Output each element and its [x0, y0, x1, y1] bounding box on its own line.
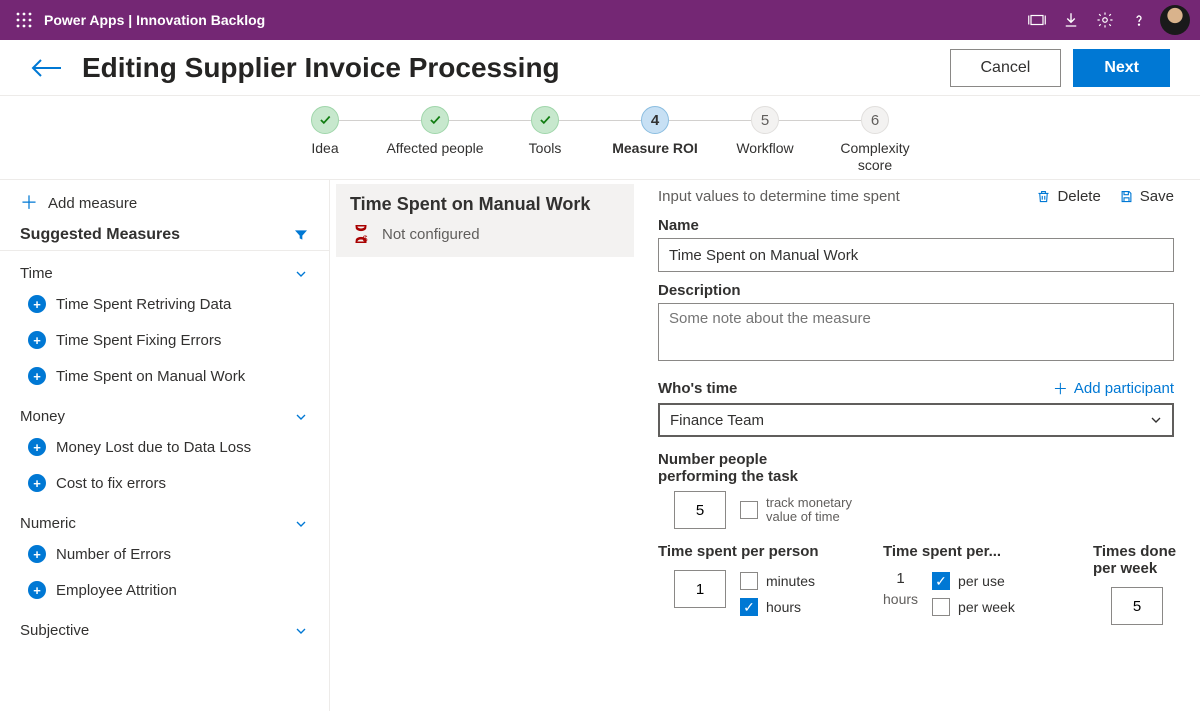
chevron-down-icon [293, 516, 309, 532]
category-time[interactable]: Time [0, 251, 329, 286]
suggested-item[interactable]: +Time Spent Retriving Data [0, 286, 329, 322]
suggested-item[interactable]: +Money Lost due to Data Loss [0, 429, 329, 465]
suggested-item[interactable]: +Cost to fix errors [0, 465, 329, 501]
minutes-checkbox[interactable]: minutes [740, 572, 815, 590]
checkbox-icon [740, 501, 758, 519]
page-header: Editing Supplier Invoice Processing Canc… [0, 40, 1200, 95]
add-icon: + [28, 438, 46, 456]
filter-icon[interactable] [293, 227, 309, 243]
chevron-down-icon [293, 623, 309, 639]
measures-sidebar: ＋ Add measure Suggested Measures Time +T… [0, 180, 330, 711]
help-icon[interactable] [1122, 0, 1156, 40]
add-icon: + [28, 581, 46, 599]
hourglass-cost-icon: $ [350, 223, 372, 245]
who-label: Who's time [658, 380, 737, 397]
step-workflow[interactable]: 5 Workflow [710, 106, 820, 157]
chevron-down-icon [293, 409, 309, 425]
add-icon: + [28, 295, 46, 313]
numpeople-input[interactable] [674, 491, 726, 529]
step-complexity-score[interactable]: 6 Complexity score [820, 106, 930, 174]
download-icon[interactable] [1054, 0, 1088, 40]
suggested-item[interactable]: +Number of Errors [0, 536, 329, 572]
add-measure-button[interactable]: ＋ Add measure [0, 188, 329, 218]
description-input[interactable] [658, 303, 1174, 361]
category-money[interactable]: Money [0, 394, 329, 429]
measure-card[interactable]: Time Spent on Manual Work $ Not configur… [336, 184, 634, 257]
per-week-checkbox[interactable]: per week [932, 598, 1015, 616]
back-arrow-icon[interactable] [30, 58, 64, 78]
add-icon: + [28, 367, 46, 385]
cancel-button[interactable]: Cancel [950, 49, 1062, 87]
category-numeric[interactable]: Numeric [0, 501, 329, 536]
suggested-item[interactable]: +Time Spent Fixing Errors [0, 322, 329, 358]
suggested-item[interactable]: +Employee Attrition [0, 572, 329, 608]
delete-button[interactable]: Delete [1036, 188, 1100, 205]
next-button[interactable]: Next [1073, 49, 1170, 87]
name-input[interactable] [658, 238, 1174, 272]
numpeople-label: Number people performing the task [658, 451, 838, 485]
suggested-measures-header: Suggested Measures [0, 218, 329, 251]
times-input[interactable] [1111, 587, 1163, 625]
tsp-input[interactable] [674, 570, 726, 608]
category-subjective[interactable]: Subjective [0, 608, 329, 643]
checkbox-checked-icon: ✓ [740, 598, 758, 616]
checkbox-icon [932, 598, 950, 616]
add-icon: + [28, 545, 46, 563]
main-content: ＋ Add measure Suggested Measures Time +T… [0, 180, 1200, 711]
gear-icon[interactable] [1088, 0, 1122, 40]
checkbox-checked-icon: ✓ [932, 572, 950, 590]
add-icon: + [28, 474, 46, 492]
chevron-down-icon [293, 266, 309, 282]
product-title: Power Apps | Innovation Backlog [44, 12, 265, 28]
tsper-value: 1 [883, 570, 918, 587]
measure-form: Input values to determine time spent Del… [640, 180, 1200, 711]
progress-stepper: Idea Affected people Tools 4 Measure ROI… [0, 95, 1200, 180]
times-label: Times done per week [1093, 543, 1193, 577]
save-button[interactable]: Save [1119, 188, 1174, 205]
tsper-label: Time spent per... [883, 543, 1063, 560]
name-label: Name [658, 217, 1174, 234]
page-title: Editing Supplier Invoice Processing [82, 52, 560, 84]
track-monetary-checkbox[interactable]: track monetary value of time [740, 496, 866, 525]
checkbox-icon [740, 572, 758, 590]
tsp-label: Time spent per person [658, 543, 853, 560]
selected-measures-list: Time Spent on Manual Work $ Not configur… [330, 180, 640, 711]
add-icon: + [28, 331, 46, 349]
step-measure-roi[interactable]: 4 Measure ROI [600, 106, 710, 157]
step-affected-people[interactable]: Affected people [380, 106, 490, 157]
description-label: Description [658, 282, 1174, 299]
svg-text:$: $ [363, 234, 368, 243]
user-avatar[interactable] [1160, 5, 1190, 35]
tsper-unit: hours [883, 591, 918, 608]
plus-icon: ＋ [1053, 378, 1068, 399]
app-launcher-icon[interactable] [10, 12, 38, 28]
who-select[interactable] [658, 403, 1174, 437]
step-idea[interactable]: Idea [270, 106, 380, 157]
step-tools[interactable]: Tools [490, 106, 600, 157]
per-use-checkbox[interactable]: ✓per use [932, 572, 1015, 590]
plus-icon: ＋ [20, 194, 38, 212]
suggested-item[interactable]: +Time Spent on Manual Work [0, 358, 329, 394]
global-topbar: Power Apps | Innovation Backlog [0, 0, 1200, 40]
add-participant-button[interactable]: ＋ Add participant [1053, 378, 1174, 399]
fit-icon[interactable] [1020, 0, 1054, 40]
form-hint: Input values to determine time spent [658, 188, 900, 205]
hours-checkbox[interactable]: ✓hours [740, 598, 815, 616]
